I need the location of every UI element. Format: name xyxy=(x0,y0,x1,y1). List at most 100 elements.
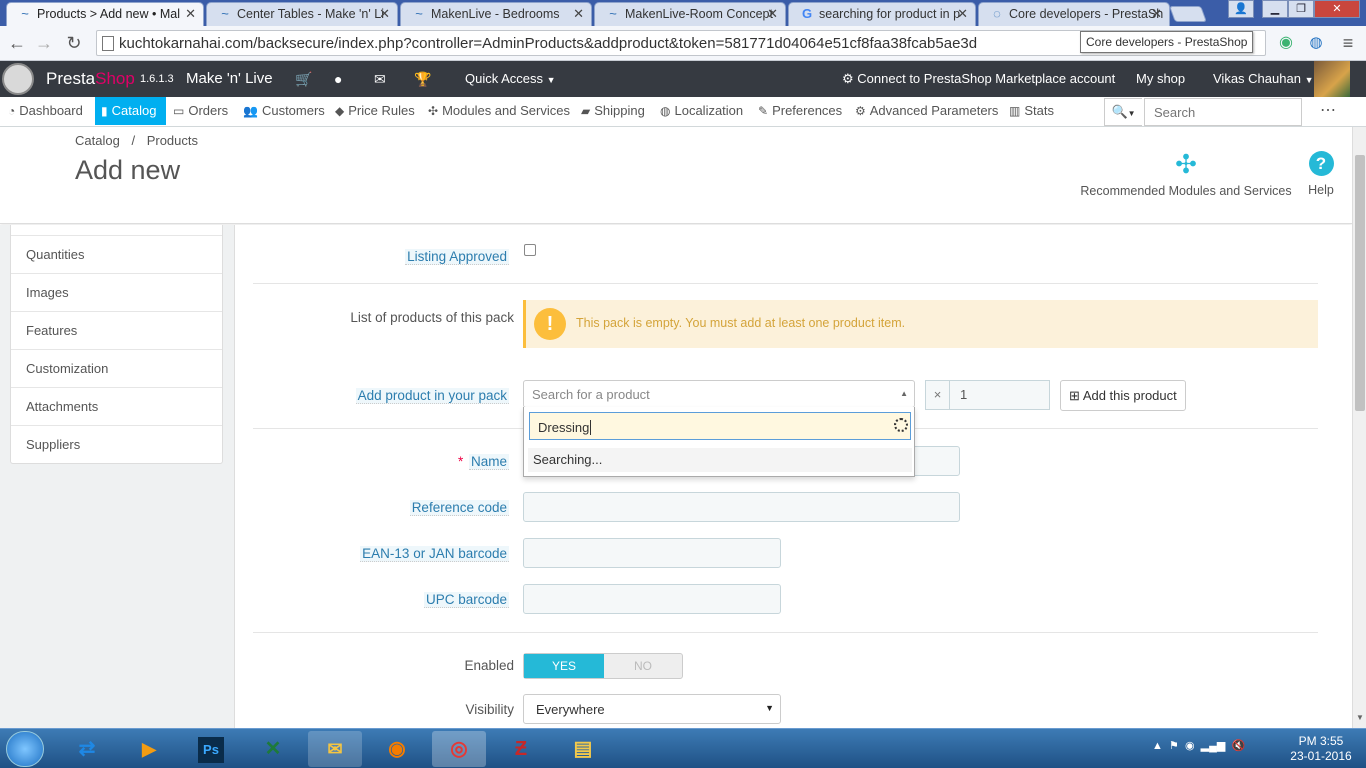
search-type-dropdown[interactable]: 🔍▼ xyxy=(1104,98,1142,126)
back-icon[interactable]: ← xyxy=(5,32,29,54)
sidebar-item-quantities[interactable]: Quantities xyxy=(11,235,222,273)
quick-access-dropdown[interactable]: Quick Access ▼ xyxy=(465,71,556,86)
browser-tab-5[interactable]: Gsearching for product in p ✕ xyxy=(788,2,976,26)
breadcrumb-catalog[interactable]: Catalog xyxy=(75,133,120,148)
envelope-icon[interactable]: ✉ xyxy=(374,71,386,88)
prestashop-favicon: ~ xyxy=(609,6,617,21)
prestashop-favicon: ~ xyxy=(415,6,423,21)
trophy-icon[interactable]: 🏆 xyxy=(414,71,431,88)
prestashop-logo[interactable]: PrestaShop xyxy=(46,69,135,89)
nav-orders[interactable]: ▭ Orders xyxy=(167,97,234,125)
maximize-icon[interactable]: ❐ xyxy=(1288,0,1314,18)
reference-label: Reference code xyxy=(409,500,509,516)
browser-tab-3[interactable]: ~ MakenLive - Bedrooms ✕ xyxy=(400,2,592,26)
browser-tab-4[interactable]: ~ MakenLive-Room Concept ✕ xyxy=(594,2,786,26)
browser-tab-1[interactable]: ~ Products > Add new • Mal ✕ xyxy=(6,2,204,26)
upc-field[interactable] xyxy=(523,584,781,614)
scrollbar-thumb[interactable] xyxy=(1355,155,1365,411)
enabled-no[interactable]: NO xyxy=(604,654,682,678)
menu-icon[interactable]: ≡ xyxy=(1336,32,1360,54)
tag-icon: ◆ xyxy=(335,104,345,118)
listing-approved-checkbox[interactable] xyxy=(524,244,536,256)
marketplace-connect-link[interactable]: ⚙ Connect to PrestaShop Marketplace acco… xyxy=(842,71,1115,87)
credit-card-icon: ▭ xyxy=(173,104,185,118)
close-tab-icon[interactable]: ✕ xyxy=(573,3,584,25)
add-this-product-button[interactable]: ⊞ Add this product xyxy=(1060,380,1186,411)
teamviewer-icon[interactable]: ⇄ xyxy=(60,731,114,767)
nav-dashboard[interactable]: ◔ Dashboard xyxy=(2,97,89,125)
my-shop-link[interactable]: My shop xyxy=(1136,71,1185,86)
new-tab-button[interactable] xyxy=(1169,6,1207,22)
extension-account-icon[interactable]: ◍ xyxy=(1304,32,1328,54)
pack-list-label: List of products of this pack xyxy=(350,310,514,325)
close-tab-icon[interactable]: ✕ xyxy=(1151,3,1162,25)
filezilla-icon[interactable]: Ƶ xyxy=(494,731,548,767)
reload-icon[interactable]: ↻ xyxy=(62,32,86,54)
nav-price-rules[interactable]: ◆ Price Rules xyxy=(329,97,421,125)
outlook-icon[interactable]: ✉ xyxy=(308,731,362,767)
enabled-toggle[interactable]: YES NO xyxy=(523,653,683,679)
sidebar-item-images[interactable]: Images xyxy=(11,273,222,311)
breadcrumb-products[interactable]: Products xyxy=(147,133,198,148)
prestashop-logo-icon[interactable] xyxy=(2,63,34,95)
visibility-select[interactable]: Everywhere ▼ xyxy=(523,694,781,724)
enabled-yes[interactable]: YES xyxy=(524,654,604,678)
user-menu[interactable]: Vikas Chauhan ▼ xyxy=(1213,71,1313,86)
avatar[interactable] xyxy=(1314,61,1350,97)
system-tray[interactable]: ▲ ⚑ ◉ ▂▄▆ 🔇 xyxy=(1152,739,1245,752)
sidebar-item-attachments[interactable]: Attachments xyxy=(11,387,222,425)
puzzle-icon: ✣ xyxy=(1175,149,1197,179)
listing-approved-label: Listing Approved xyxy=(405,249,509,265)
sidebar-item-customization[interactable]: Customization xyxy=(11,349,222,387)
close-tab-icon[interactable]: ✕ xyxy=(767,3,778,25)
user-profile-icon[interactable]: 👤 xyxy=(1228,0,1254,18)
nav-shipping[interactable]: ▰ Shipping xyxy=(575,97,651,125)
search-input[interactable] xyxy=(1144,98,1302,126)
close-tab-icon[interactable]: ✕ xyxy=(957,3,968,25)
close-window-icon[interactable]: ✕ xyxy=(1314,0,1360,18)
media-player-icon[interactable]: ▶ xyxy=(122,731,176,767)
chrome-icon[interactable]: ◎ xyxy=(432,731,486,767)
start-button[interactable] xyxy=(6,731,44,767)
nav-preferences[interactable]: ✎ Preferences xyxy=(752,97,848,125)
close-tab-icon[interactable]: ✕ xyxy=(185,3,196,25)
nav-advanced-parameters[interactable]: ⚙ Advanced Parameters xyxy=(849,97,1004,125)
quantity-input[interactable]: 1 xyxy=(949,380,1050,410)
extension-icon[interactable]: ◉ xyxy=(1274,32,1298,54)
product-search-input[interactable]: Dressing xyxy=(529,412,911,440)
browser-tab-6[interactable]: ◌ Core developers - PrestaSh ✕ xyxy=(978,2,1170,26)
nav-stats[interactable]: ▥ Stats xyxy=(1003,97,1060,125)
nav-modules[interactable]: ✣ Modules and Services xyxy=(422,97,576,125)
product-search-select[interactable]: Search for a product ▲ xyxy=(523,380,915,408)
explorer-icon[interactable]: ▤ xyxy=(556,731,610,767)
caret-down-icon: ▼ xyxy=(1304,75,1314,85)
page-scrollbar[interactable]: ▼ xyxy=(1352,127,1366,728)
firefox-icon[interactable]: ◉ xyxy=(370,731,424,767)
customer-icon[interactable]: ● xyxy=(334,71,342,87)
more-icon[interactable]: ⋯ xyxy=(1320,100,1336,120)
nav-customers[interactable]: 👥 Customers xyxy=(237,97,331,125)
sidebar-item-features[interactable]: Features xyxy=(11,311,222,349)
help-button[interactable]: ? Help xyxy=(1302,149,1340,197)
forward-icon[interactable]: → xyxy=(32,32,56,54)
scroll-down-icon[interactable]: ▼ xyxy=(1356,713,1364,722)
name-label: * Name xyxy=(457,454,509,470)
excel-icon[interactable]: ✕ xyxy=(246,731,300,767)
nav-localization[interactable]: ◍ Localization xyxy=(654,97,749,125)
browser-tab-strip: ~ Products > Add new • Mal ✕ ~ Center Table… xyxy=(0,0,1366,26)
close-tab-icon[interactable]: ✕ xyxy=(379,3,390,25)
shop-name[interactable]: Make 'n' Live xyxy=(186,70,273,87)
browser-tab-2[interactable]: ~ Center Tables - Make 'n' Li ✕ xyxy=(206,2,398,26)
clock[interactable]: PM 3:55 23-01-2016 xyxy=(1280,734,1362,764)
searching-status: Searching... xyxy=(528,448,912,472)
windows-taskbar: ⇄ ▶ Ps ✕ ✉ ◉ ◎ Ƶ ▤ ▲ ⚑ ◉ ▂▄▆ 🔇 PM 3:55 2… xyxy=(0,728,1366,768)
sidebar-item-suppliers[interactable]: Suppliers xyxy=(11,425,222,463)
loading-spinner-icon xyxy=(894,418,908,432)
reference-field[interactable] xyxy=(523,492,960,522)
cart-icon[interactable]: 🛒 xyxy=(295,71,312,88)
ean-field[interactable] xyxy=(523,538,781,568)
photoshop-icon[interactable]: Ps xyxy=(184,731,238,767)
nav-catalog[interactable]: ▮ Catalog xyxy=(95,97,166,125)
minimize-icon[interactable]: ▁ xyxy=(1262,0,1288,18)
recommended-modules-button[interactable]: ✣ Recommended Modules and Services xyxy=(1080,149,1292,198)
